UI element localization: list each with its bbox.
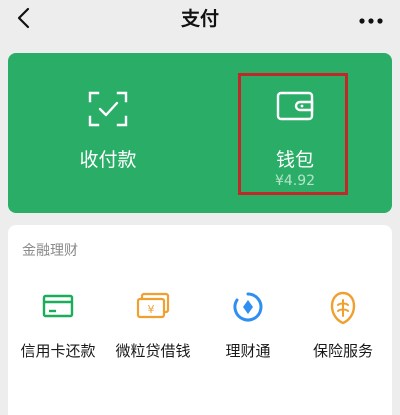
payment-card: 收付款 钱包 ¥4.92	[8, 53, 392, 213]
svg-text:¥: ¥	[148, 303, 155, 316]
scan-check-icon	[88, 91, 128, 131]
insurance-label: 保险服务	[312, 342, 373, 360]
wealth-icon	[232, 291, 264, 327]
more-dots-icon	[359, 10, 383, 29]
finance-section-title: 金融理财	[22, 243, 78, 259]
credit-card-repayment-button[interactable]: 信用卡还款	[8, 285, 108, 375]
wallet-button[interactable]: 钱包 ¥4.92	[240, 53, 350, 213]
insurance-icon	[328, 291, 358, 329]
top-bar: 支付	[0, 0, 400, 44]
weili-loan-label: 微粒贷借钱	[115, 342, 191, 360]
credit-card-icon	[41, 291, 75, 325]
wallet-icon	[276, 91, 314, 125]
page-title: 支付	[180, 8, 219, 30]
wallet-label: 钱包	[275, 149, 314, 171]
wealth-label: 理财通	[225, 342, 271, 360]
receive-pay-label: 收付款	[79, 149, 137, 171]
more-button[interactable]	[356, 4, 386, 34]
insurance-service-button[interactable]: 保险服务	[293, 285, 393, 375]
wealth-management-button[interactable]: 理财通	[198, 285, 298, 375]
weili-loan-button[interactable]: ¥ 微粒贷借钱	[103, 285, 203, 375]
credit-card-label: 信用卡还款	[20, 342, 96, 360]
receive-pay-button[interactable]: 收付款	[48, 53, 168, 213]
loan-icon: ¥	[135, 291, 171, 325]
wallet-balance: ¥4.92	[274, 173, 316, 189]
